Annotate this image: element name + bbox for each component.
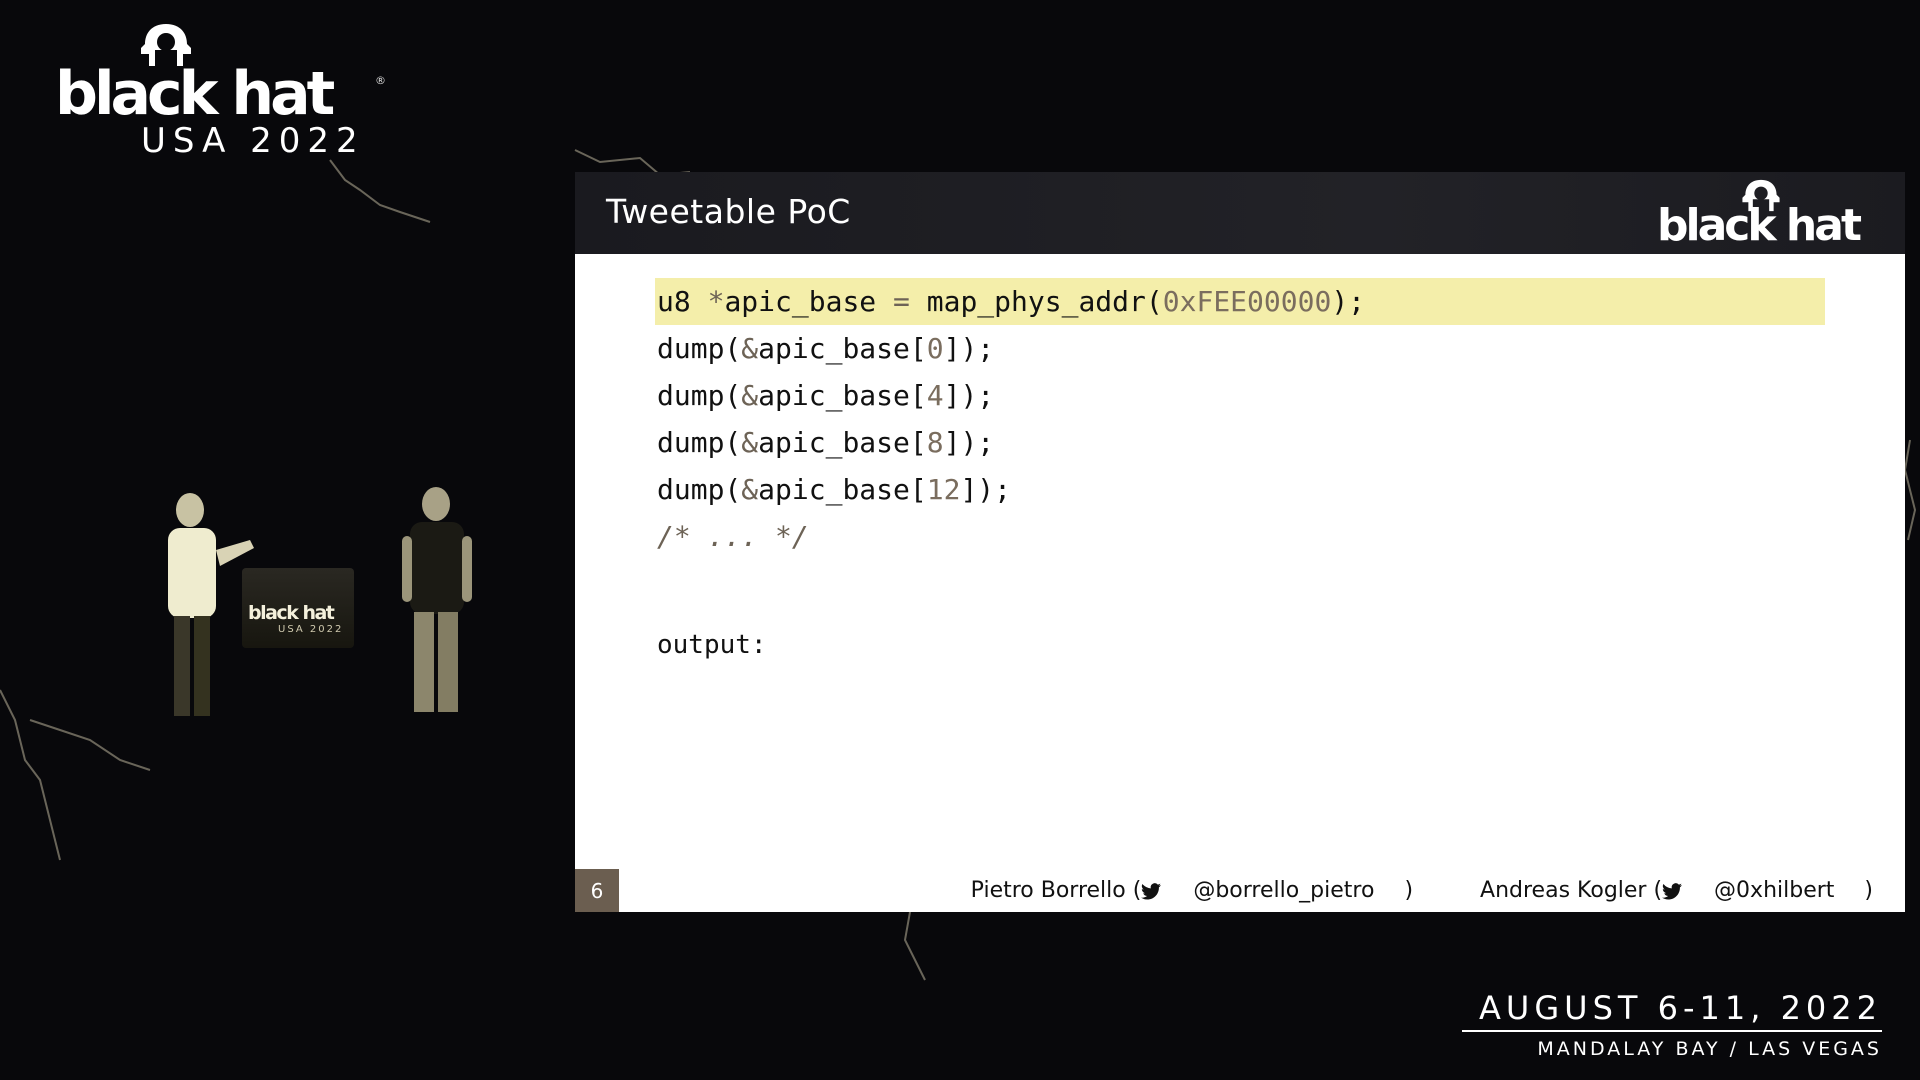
blackhat-wordmark: black hat (55, 59, 335, 129)
blackhat-logo: black hat ® USA 2022 (55, 22, 395, 162)
presentation-slide: Tweetable PoC black hat u8 *apic_base = … (575, 172, 1905, 912)
event-dates: AUGUST 6-11, 2022 (1479, 989, 1882, 1027)
slide-footer: Pietro Borrello (@borrello_pietro) Andre… (911, 878, 1873, 903)
podium: black hat USA 2022 (242, 568, 354, 648)
code-line: dump(&apic_base[0]); (657, 332, 995, 365)
twitter-icon (1662, 882, 1683, 899)
stage-video: black hat USA 2022 (0, 440, 560, 740)
event-venue: MANDALAY BAY / LAS VEGAS (1537, 1038, 1882, 1060)
code-block: u8 *apic_base = map_phys_addr(0xFEE00000… (655, 278, 1825, 560)
page-number: 6 (575, 869, 619, 912)
code-line-highlighted: u8 *apic_base = map_phys_addr(0xFEE00000… (655, 278, 1825, 325)
code-line: dump(&apic_base[8]); (657, 426, 995, 459)
author-2: Andreas Kogler (@0xhilbert) (1480, 878, 1873, 903)
slide-logo-wordmark: black hat (1657, 200, 1862, 251)
twitter-icon (1141, 882, 1162, 899)
event-info: AUGUST 6-11, 2022 MANDALAY BAY / LAS VEG… (1462, 992, 1882, 1059)
event-name: USA 2022 (141, 121, 365, 161)
code-line: dump(&apic_base[12]); (657, 473, 1012, 506)
slide-header: Tweetable PoC black hat (575, 172, 1905, 254)
output-label: output: (657, 630, 767, 660)
slide-title: Tweetable PoC (606, 192, 851, 231)
slide-header-logo: black hat (1657, 178, 1887, 250)
author-1: Pietro Borrello (@borrello_pietro) (970, 878, 1414, 903)
code-comment: /* ... */ (657, 520, 809, 553)
podium-sub: USA 2022 (278, 624, 344, 635)
event-divider (1462, 1030, 1882, 1032)
registered-mark: ® (375, 74, 386, 87)
code-line: dump(&apic_base[4]); (657, 379, 995, 412)
speaker-right (402, 487, 472, 712)
podium-logo: black hat (248, 602, 335, 624)
